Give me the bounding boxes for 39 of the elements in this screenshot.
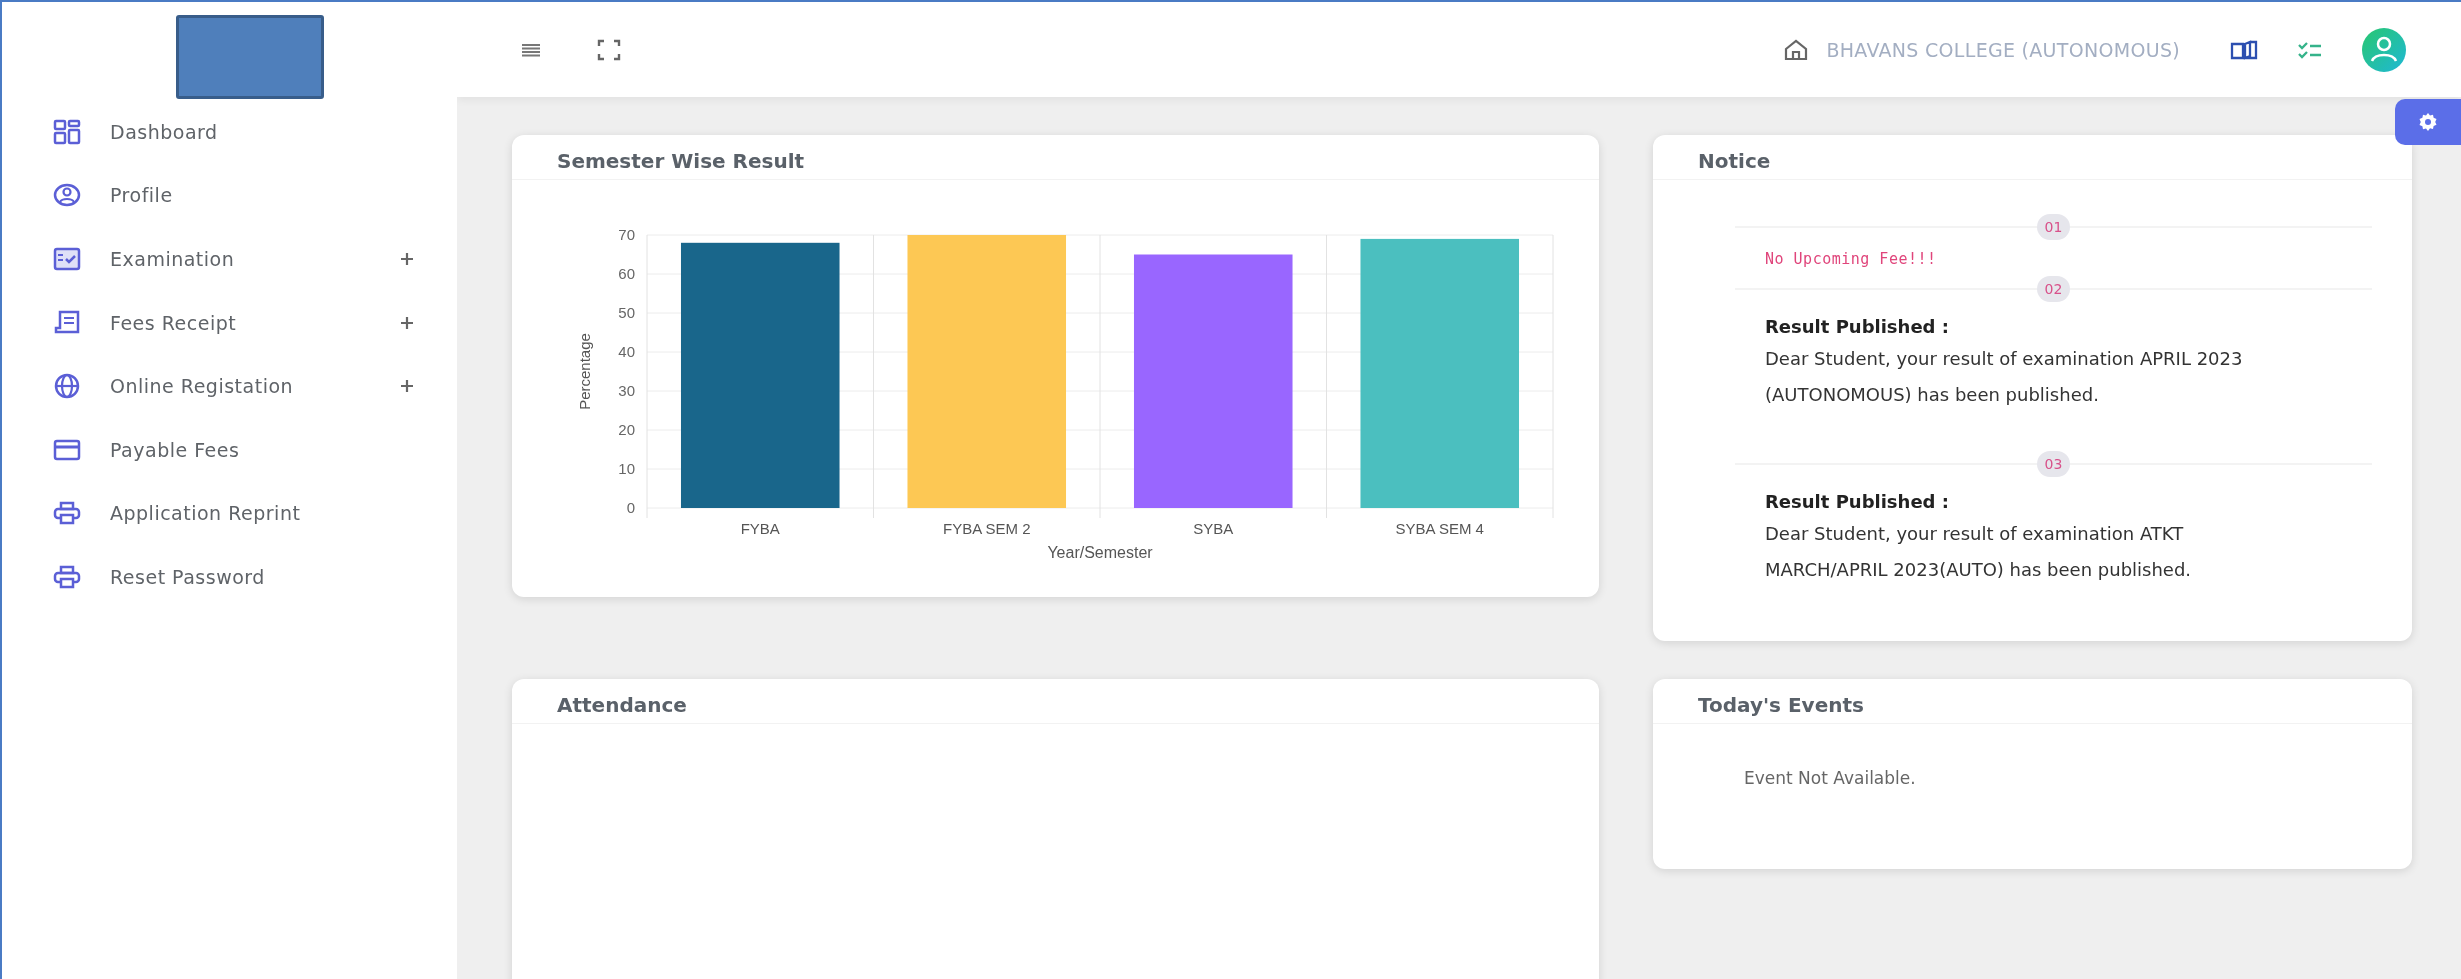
axis-category-label: SYBA (1193, 520, 1234, 537)
notice-text: No Upcoming Fee!!! (1765, 250, 1937, 268)
number-badge: 02 (2036, 276, 2071, 302)
card-title: Semester Wise Result (556, 148, 806, 175)
sidebar-item[interactable]: Reset Password (2, 545, 457, 609)
axis-tick-label: 60 (618, 265, 635, 282)
axis-title: Percentage (576, 333, 593, 410)
number-badge: 01 (2036, 214, 2071, 240)
axis-category-label: SYBA SEM 4 (1395, 520, 1484, 537)
notice-title: Result Published : (1765, 316, 1949, 337)
notice-text: Dear Student, your result of examination APRIL 2023 (AUTONOMOUS) has been published. (1765, 347, 2244, 407)
sidebar-item[interactable]: Examination (2, 227, 457, 291)
notice-text: Dear Student, your result of examination ATKT MARCH/APRIL 2023(AUTO) has been published. (1765, 522, 2193, 582)
sidebar-item[interactable]: Online Registation (2, 354, 457, 418)
settings-tab[interactable] (2395, 99, 2461, 145)
axis-tick-label: 0 (626, 499, 635, 516)
sidebar-item[interactable]: Profile (2, 163, 457, 228)
college-name: BHAVANS COLLEGE (AUTONOMOUS) (1826, 38, 2180, 61)
events-message: Event Not Available. (1743, 767, 1917, 788)
axis-category-label: FYBA (740, 520, 780, 537)
number-badge: 03 (2036, 451, 2071, 477)
axis-tick-label: 40 (618, 343, 635, 360)
axis-tick-label: 50 (618, 304, 635, 321)
axis-tick-label: 70 (618, 226, 635, 243)
axis-title: Year/Semester (1047, 544, 1153, 561)
sidebar-item[interactable]: Payable Fees (2, 417, 457, 482)
axis-tick-label: 20 (618, 421, 635, 438)
card-title: Attendance (556, 692, 688, 719)
notice-title: Result Published : (1765, 491, 1949, 512)
sidebar-item[interactable]: Application Reprint (2, 481, 457, 546)
axis-category-label: FYBA SEM 2 (943, 520, 1031, 537)
axis-tick-label: 10 (618, 460, 635, 477)
card-title: Today's Events (1697, 692, 1865, 719)
settings-icon[interactable] (2418, 112, 2438, 132)
sidebar-item[interactable]: Fees Receipt (2, 290, 457, 355)
card-title: Notice (1697, 148, 1772, 175)
avatar-icon[interactable] (2362, 27, 2406, 72)
sidebar-item[interactable]: Dashboard (2, 100, 457, 164)
axis-tick-label: 30 (618, 382, 635, 399)
